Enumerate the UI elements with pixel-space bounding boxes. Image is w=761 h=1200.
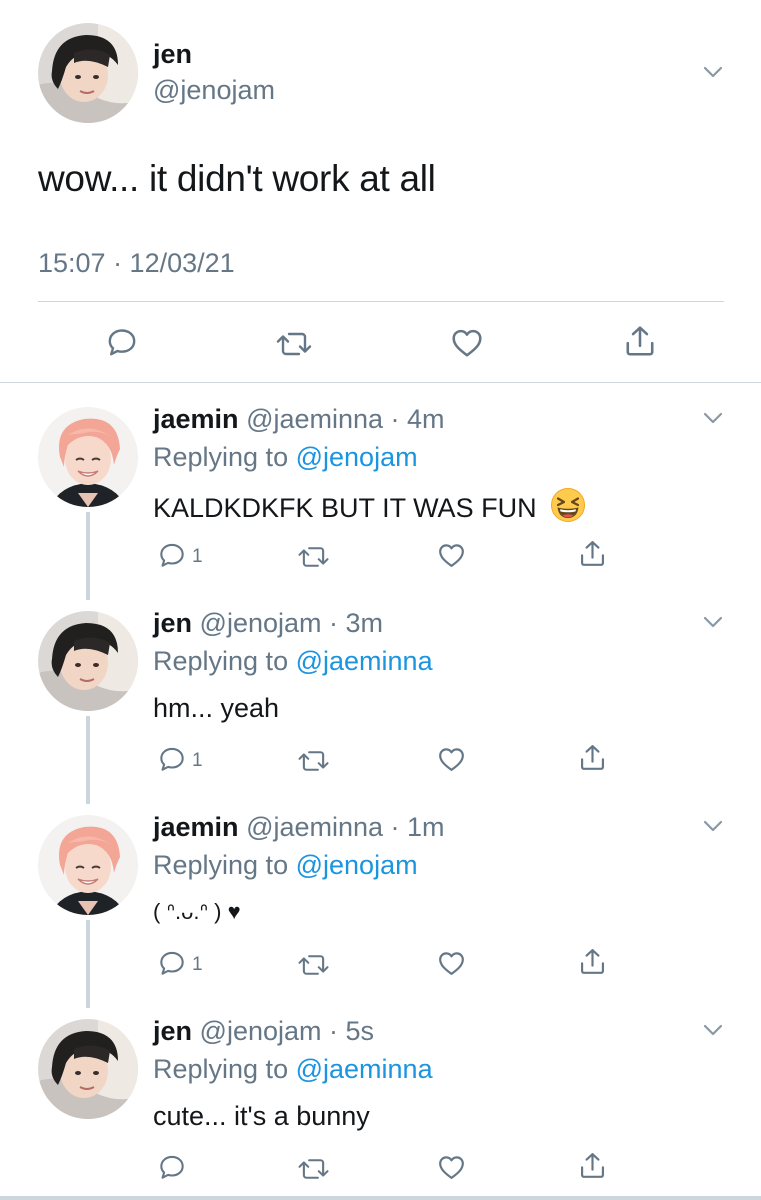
- thread-line: [86, 512, 90, 600]
- reply-count: 1: [192, 954, 203, 975]
- reply-header[interactable]: jen @jenojam · 3m: [153, 607, 383, 639]
- replying-to: Replying to @jenojam: [153, 849, 418, 881]
- grinning-squinting-face-icon: [550, 487, 586, 530]
- heart-icon[interactable]: [450, 326, 484, 360]
- author-handle-time[interactable]: @jaeminna · 4m: [246, 404, 444, 434]
- heart-icon[interactable]: [437, 541, 466, 570]
- divider: [0, 1196, 761, 1200]
- reply-text: cute... it's a bunny: [153, 1101, 370, 1131]
- divider: [0, 382, 761, 383]
- reply-header[interactable]: jaemin @jaeminna · 4m: [153, 403, 445, 435]
- reply-text-row: KALDKDKFK BUT IT WAS FUN: [153, 487, 586, 530]
- reply-text: KALDKDKFK BUT IT WAS FUN: [153, 493, 537, 523]
- author-name[interactable]: jen: [153, 608, 192, 638]
- replying-to-label: Replying to: [153, 850, 289, 880]
- retweet-icon[interactable]: [296, 951, 331, 979]
- replying-to: Replying to @jenojam: [153, 441, 418, 473]
- author-handle-time[interactable]: @jenojam · 3m: [200, 608, 383, 638]
- heart-icon[interactable]: [437, 949, 466, 978]
- replying-to-label: Replying to: [153, 646, 289, 676]
- share-icon[interactable]: [623, 324, 657, 358]
- thread-line: [86, 716, 90, 804]
- author-name[interactable]: jaemin: [153, 812, 239, 842]
- reply-icon[interactable]: [158, 949, 186, 977]
- share-icon[interactable]: [578, 947, 607, 976]
- mention-link[interactable]: @jaeminna: [296, 646, 433, 676]
- mention-link[interactable]: @jaeminna: [296, 1054, 433, 1084]
- retweet-icon[interactable]: [296, 543, 331, 571]
- retweet-icon[interactable]: [296, 1155, 331, 1183]
- heart-icon[interactable]: [437, 745, 466, 774]
- reply-header[interactable]: jen @jenojam · 5s: [153, 1015, 374, 1047]
- reply-text: hm... yeah: [153, 693, 280, 723]
- reply-count: 1: [192, 750, 203, 771]
- author-handle[interactable]: @jenojam: [153, 74, 275, 106]
- author-name[interactable]: jaemin: [153, 404, 239, 434]
- divider: [38, 301, 724, 302]
- author-handle-time[interactable]: @jenojam · 5s: [200, 1016, 374, 1046]
- chevron-down-icon[interactable]: [703, 820, 723, 832]
- replying-to: Replying to @jaeminna: [153, 645, 433, 677]
- reply-icon[interactable]: [158, 541, 186, 569]
- chevron-down-icon[interactable]: [703, 412, 723, 424]
- share-icon[interactable]: [578, 1151, 607, 1180]
- author-name[interactable]: jen: [153, 1016, 192, 1046]
- author-name[interactable]: jen: [153, 38, 192, 70]
- retweet-icon[interactable]: [296, 747, 331, 775]
- reply-icon[interactable]: [158, 1153, 186, 1181]
- heart-icon[interactable]: [437, 1153, 466, 1182]
- avatar[interactable]: [38, 611, 138, 711]
- avatar[interactable]: [38, 815, 138, 915]
- tweet-timestamp[interactable]: 15:07 · 12/03/21: [38, 247, 235, 279]
- replying-to-label: Replying to: [153, 1054, 289, 1084]
- chevron-down-icon[interactable]: [703, 1024, 723, 1036]
- mention-link[interactable]: @jenojam: [296, 442, 418, 472]
- replying-to: Replying to @jaeminna: [153, 1053, 433, 1085]
- reply-icon[interactable]: [106, 326, 138, 358]
- chevron-down-icon[interactable]: [703, 66, 723, 78]
- retweet-icon[interactable]: [274, 328, 314, 360]
- share-icon[interactable]: [578, 743, 607, 772]
- share-icon[interactable]: [578, 539, 607, 568]
- author-handle-time[interactable]: @jaeminna · 1m: [246, 812, 444, 842]
- avatar[interactable]: [38, 23, 138, 123]
- reply-count: 1: [192, 546, 203, 567]
- avatar[interactable]: [38, 1019, 138, 1119]
- tweet-text: wow... it didn't work at all: [38, 158, 436, 199]
- mention-link[interactable]: @jenojam: [296, 850, 418, 880]
- reply-header[interactable]: jaemin @jaeminna · 1m: [153, 811, 445, 843]
- replying-to-label: Replying to: [153, 442, 289, 472]
- avatar[interactable]: [38, 407, 138, 507]
- reply-text: ( ᐢ.ᴗ.ᐢ ) ♥: [153, 899, 241, 924]
- chevron-down-icon[interactable]: [703, 616, 723, 628]
- reply-icon[interactable]: [158, 745, 186, 773]
- thread-line: [86, 920, 90, 1008]
